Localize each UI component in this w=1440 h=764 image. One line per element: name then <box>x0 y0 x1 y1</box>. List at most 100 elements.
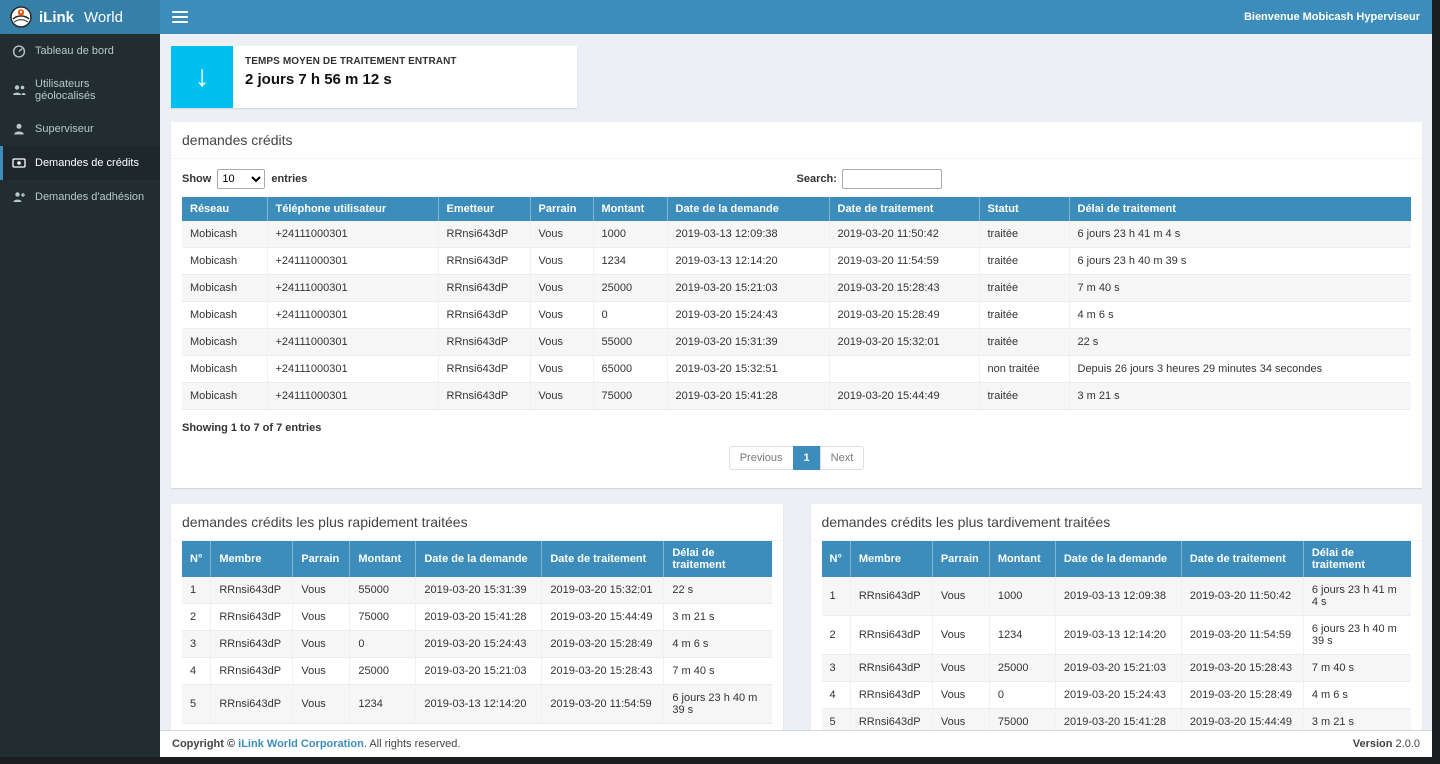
table-cell: Vous <box>293 577 350 604</box>
table-cell: +24111000301 <box>267 383 438 410</box>
table-cell: +24111000301 <box>267 329 438 356</box>
table-cell: 2019-03-20 15:31:39 <box>416 577 542 604</box>
company-link[interactable]: iLink World Corporation <box>238 738 364 750</box>
sidebar-item-label: Demandes de crédits <box>35 157 139 169</box>
app-logo[interactable]: iLinkWorld <box>0 0 160 34</box>
column-header[interactable]: Emetteur <box>438 197 530 221</box>
column-header[interactable]: Membre <box>211 541 293 577</box>
table-cell: Vous <box>293 604 350 631</box>
column-header[interactable]: Date de traitement <box>542 541 664 577</box>
table-cell: RRnsi643dP <box>850 709 932 731</box>
table-cell: Vous <box>530 356 593 383</box>
table-cell: Mobicash <box>182 356 267 383</box>
table-row: 4RRnsi643dPVous02019-03-20 15:24:432019-… <box>822 682 1412 709</box>
table-row: Mobicash+24111000301RRnsi643dPVous123420… <box>182 248 1411 275</box>
column-header[interactable]: Date de traitement <box>829 197 979 221</box>
sidebar-toggle-icon[interactable] <box>172 11 188 23</box>
sidebar-item-label: Superviseur <box>35 123 94 135</box>
table-cell: 4 <box>822 682 851 709</box>
column-header[interactable]: Montant <box>350 541 416 577</box>
column-header[interactable]: Statut <box>979 197 1069 221</box>
table-cell: RRnsi643dP <box>438 221 530 248</box>
sidebar-item-tableau-de-bord[interactable]: Tableau de bord <box>0 34 160 68</box>
column-header[interactable]: Délai de traitement <box>1303 541 1411 577</box>
table-cell: 6 jours 23 h 40 m 39 s <box>664 685 772 724</box>
column-header[interactable]: Montant <box>593 197 667 221</box>
user-plus-icon <box>12 190 26 204</box>
table-cell: 3 <box>822 655 851 682</box>
column-header[interactable]: Délai de traitement <box>1069 197 1411 221</box>
table-cell: 2019-03-20 15:28:49 <box>542 631 664 658</box>
page-length-select[interactable]: 10 <box>217 169 265 189</box>
version-label: Version <box>1353 738 1393 750</box>
table-cell: 1 <box>822 577 851 616</box>
table-cell: RRnsi643dP <box>211 631 293 658</box>
table-cell: Mobicash <box>182 248 267 275</box>
next-page-button[interactable]: Next <box>820 446 865 470</box>
table-cell: 2019-03-20 15:41:28 <box>1055 709 1181 731</box>
sidebar-item-superviseur[interactable]: Superviseur <box>0 112 160 146</box>
column-header[interactable]: N° <box>822 541 851 577</box>
table-row: 3RRnsi643dPVous250002019-03-20 15:21:032… <box>822 655 1412 682</box>
table-cell: 6 jours 23 h 41 m 4 s <box>1303 577 1411 616</box>
table-cell: 22 s <box>1069 329 1411 356</box>
previous-page-button[interactable]: Previous <box>729 446 794 470</box>
fastest-credits-panel: demandes crédits les plus rapidement tra… <box>171 504 783 730</box>
search-input[interactable] <box>842 169 942 189</box>
table-cell: RRnsi643dP <box>438 302 530 329</box>
table-row: 5RRnsi643dPVous750002019-03-20 15:41:282… <box>822 709 1412 731</box>
column-header[interactable]: Montant <box>989 541 1055 577</box>
table-cell: +24111000301 <box>267 248 438 275</box>
table-cell: Mobicash <box>182 275 267 302</box>
fastest-credits-table: N°MembreParrainMontantDate de la demande… <box>182 541 772 724</box>
column-header[interactable]: Date de traitement <box>1181 541 1303 577</box>
table-row: Mobicash+24111000301RRnsi643dPVous750002… <box>182 383 1411 410</box>
table-cell: 2019-03-20 15:21:03 <box>1055 655 1181 682</box>
sidebar: Tableau de bord Utilisateurs géolocalisé… <box>0 34 160 757</box>
table-cell: 2019-03-20 15:32:51 <box>667 356 829 383</box>
table-cell: 2019-03-20 15:28:43 <box>1181 655 1303 682</box>
sidebar-item-demandes-adhesion[interactable]: Demandes d'adhésion <box>0 180 160 214</box>
column-header[interactable]: Téléphone utilisateur <box>267 197 438 221</box>
column-header[interactable]: Parrain <box>932 541 989 577</box>
table-info-text: Showing 1 to 7 of 7 entries <box>171 410 1422 438</box>
table-cell: Vous <box>293 658 350 685</box>
table-row: 1RRnsi643dPVous10002019-03-13 12:09:3820… <box>822 577 1412 616</box>
table-cell: 1000 <box>593 221 667 248</box>
column-header[interactable]: Membre <box>850 541 932 577</box>
table-cell: 2019-03-13 12:09:38 <box>667 221 829 248</box>
sidebar-item-demandes-de-credits[interactable]: Demandes de crédits <box>0 146 160 180</box>
table-cell: Vous <box>530 248 593 275</box>
column-header[interactable]: Date de la demande <box>667 197 829 221</box>
version-value: 2.0.0 <box>1392 738 1420 750</box>
table-cell: 4 m 6 s <box>1303 682 1411 709</box>
table-cell: traitée <box>979 383 1069 410</box>
table-row: 1RRnsi643dPVous550002019-03-20 15:31:392… <box>182 577 772 604</box>
sidebar-item-utilisateurs-geolocalises[interactable]: Utilisateurs géolocalisés <box>0 68 160 112</box>
table-cell: 2019-03-20 15:28:43 <box>542 658 664 685</box>
column-header[interactable]: N° <box>182 541 211 577</box>
column-header[interactable]: Date de la demande <box>416 541 542 577</box>
search-label: Search: <box>797 173 837 185</box>
table-row: Mobicash+24111000301RRnsi643dPVous100020… <box>182 221 1411 248</box>
table-cell: Mobicash <box>182 221 267 248</box>
column-header[interactable]: Parrain <box>530 197 593 221</box>
table-cell: Mobicash <box>182 383 267 410</box>
table-cell: 2 <box>182 604 211 631</box>
table-cell: 0 <box>989 682 1055 709</box>
sidebar-item-label: Demandes d'adhésion <box>35 191 144 203</box>
table-cell: 4 m 6 s <box>664 631 772 658</box>
table-cell: 25000 <box>350 658 416 685</box>
page-1-button[interactable]: 1 <box>793 446 821 470</box>
table-cell: Vous <box>530 383 593 410</box>
table-row: 3RRnsi643dPVous02019-03-20 15:24:432019-… <box>182 631 772 658</box>
column-header[interactable]: Réseau <box>182 197 267 221</box>
table-cell: 55000 <box>350 577 416 604</box>
table-cell: Depuis 26 jours 3 heures 29 minutes 34 s… <box>1069 356 1411 383</box>
dashboard-icon <box>12 44 26 58</box>
table-cell: 55000 <box>593 329 667 356</box>
column-header[interactable]: Date de la demande <box>1055 541 1181 577</box>
column-header[interactable]: Délai de traitement <box>664 541 772 577</box>
column-header[interactable]: Parrain <box>293 541 350 577</box>
footer: Copyright © iLink World Corporation. All… <box>160 730 1432 757</box>
